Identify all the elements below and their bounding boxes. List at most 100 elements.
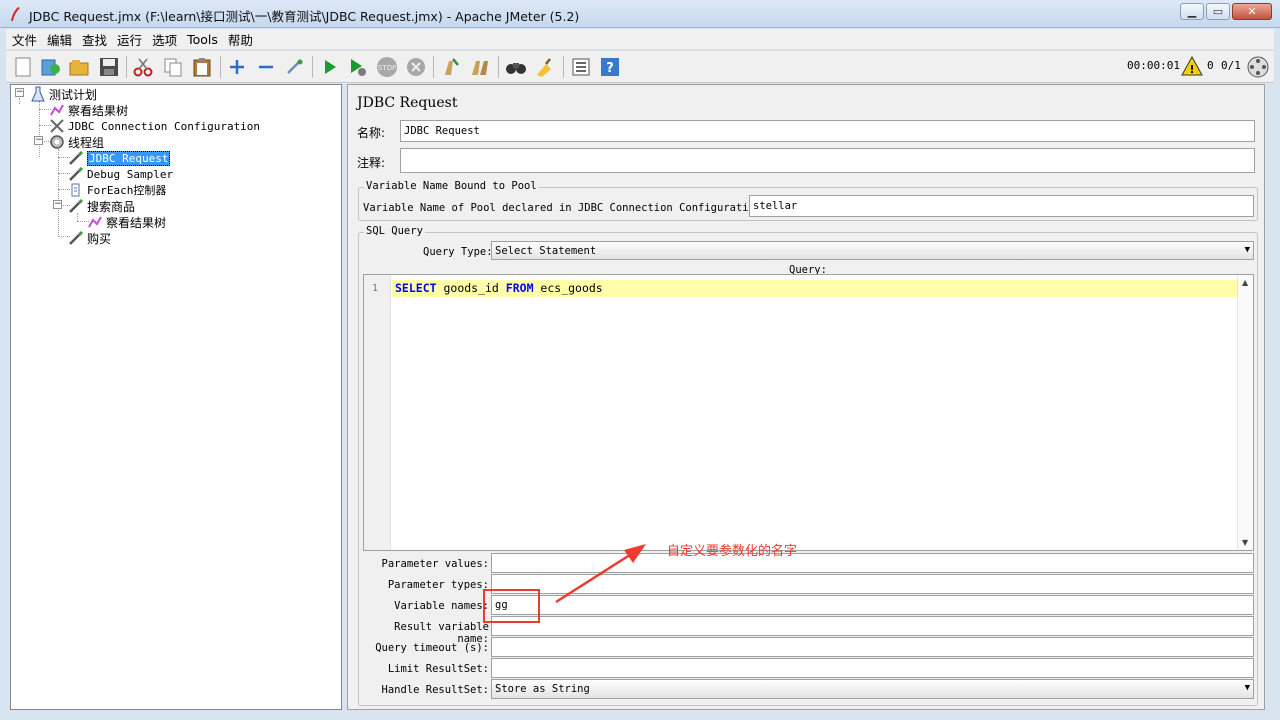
tree-item-buy[interactable]: 购买 [68, 230, 111, 246]
tree-item-label: 察看结果树 [106, 215, 167, 230]
handle-resultset-label: Handle ResultSet: [381, 684, 489, 696]
pool-group-legend: Variable Name Bound to Pool [364, 180, 539, 192]
start-icon[interactable] [319, 56, 341, 78]
sampler-pipette-icon [68, 198, 84, 214]
reset-search-icon[interactable] [534, 56, 556, 78]
start-no-pauses-icon[interactable] [347, 56, 369, 78]
test-plan-icon [30, 86, 46, 102]
line-number-gutter: 1 [364, 275, 391, 550]
comments-field[interactable] [400, 148, 1255, 173]
warning-count: 0 [1207, 59, 1214, 72]
expand-all-icon[interactable] [226, 56, 248, 78]
save-icon[interactable] [98, 56, 120, 78]
test-plan-tree: − − − 测试计划 察看结果树 JDBC Connection Configu… [10, 84, 342, 710]
menu-edit[interactable]: 编辑 [47, 30, 72, 49]
tree-item-test-plan[interactable]: 测试计划 [30, 86, 97, 102]
tree-item-label: JDBC Connection Configuration [68, 119, 261, 133]
maximize-button[interactable]: ▭ [1206, 3, 1230, 20]
tree-item-search-goods-results-tree[interactable]: 察看结果树 [87, 214, 166, 230]
query-type-value: Select Statement [495, 245, 597, 257]
tree-item-jdbc-request[interactable]: JDBC Request [68, 150, 171, 166]
templates-icon[interactable] [40, 56, 62, 78]
tree-collapse-test-plan[interactable]: − [15, 88, 24, 97]
jmeter-feather-icon [11, 7, 20, 21]
tree-item-label: 搜索商品 [87, 199, 136, 214]
chevron-down-icon: ▼ [1244, 245, 1250, 255]
limit-resultset-label: Limit ResultSet: [387, 663, 489, 675]
menu-search[interactable]: 查找 [82, 30, 107, 49]
clear-all-icon[interactable] [469, 56, 491, 78]
query-timeout-field[interactable] [491, 637, 1254, 657]
sampler-pipette-icon [68, 150, 84, 166]
parameter-types-label: Parameter types: [387, 579, 489, 591]
open-icon[interactable] [68, 56, 90, 78]
query-type-label: Query Type: [423, 246, 493, 258]
active-threads: 0/1 [1221, 59, 1241, 72]
pool-name-label: Variable Name of Pool declared in JDBC C… [363, 202, 768, 214]
collapse-all-icon[interactable] [255, 56, 277, 78]
tree-item-thread-group[interactable]: 线程组 [49, 134, 104, 150]
tree-item-label: ForEach控制器 [87, 184, 167, 197]
tree-collapse-thread-group[interactable]: − [34, 136, 43, 145]
close-button[interactable]: ✕ [1232, 3, 1272, 20]
menu-help[interactable]: 帮助 [228, 30, 253, 49]
tree-item-foreach-controller[interactable]: ForEach控制器 [68, 182, 166, 198]
tree-item-label: 购买 [87, 231, 112, 246]
warning-icon[interactable]: ! [1181, 55, 1203, 77]
clear-icon[interactable] [440, 56, 462, 78]
menu-options[interactable]: 选项 [152, 30, 177, 49]
cut-icon[interactable] [132, 56, 154, 78]
thread-group-gear-icon [49, 134, 65, 150]
query-type-select[interactable]: Select Statement ▼ [491, 241, 1254, 260]
scroll-down-icon[interactable]: ▼ [1242, 538, 1248, 547]
tree-item-jdbc-connection-configuration[interactable]: JDBC Connection Configuration [49, 118, 260, 134]
paste-icon[interactable] [191, 56, 213, 78]
parameter-values-field[interactable] [491, 553, 1254, 573]
shutdown-icon[interactable] [405, 56, 427, 78]
annotation-text: 自定义要参数化的名字 [667, 544, 798, 559]
parameter-types-field[interactable] [491, 574, 1254, 594]
tree-item-label: 线程组 [68, 135, 105, 150]
page-title: JDBC Request [357, 95, 458, 111]
menu-file[interactable]: 文件 [12, 30, 37, 49]
config-element-icon [49, 118, 65, 134]
variable-names-label: Variable names: [394, 600, 489, 612]
tree-item-debug-sampler[interactable]: Debug Sampler [68, 166, 173, 182]
search-binoculars-icon[interactable] [505, 56, 527, 78]
variable-names-field[interactable]: gg [491, 595, 1254, 615]
tree-item-label: 测试计划 [49, 87, 98, 102]
sql-query-group-legend: SQL Query [364, 225, 425, 237]
tree-item-search-goods[interactable]: 搜索商品 [68, 198, 135, 214]
minimize-button[interactable]: ▁ [1180, 3, 1204, 20]
toolbar: STOP ? 00:00:01 ! 0 0/1 [6, 50, 1274, 83]
handle-resultset-value: Store as String [495, 683, 590, 695]
sampler-pipette-icon [68, 230, 84, 246]
editor-scrollbar[interactable]: ▲ ▼ [1237, 275, 1253, 550]
remote-status-icon [1247, 56, 1269, 78]
title-bar: JDBC Request.jmx (F:\learn\接口测试\一\教育测试\J… [0, 0, 1280, 28]
chevron-down-icon: ▼ [1244, 683, 1250, 693]
name-field[interactable]: JDBC Request [400, 120, 1255, 142]
svg-text:STOP: STOP [378, 64, 396, 72]
new-icon[interactable] [12, 56, 34, 78]
toggle-icon[interactable] [284, 56, 306, 78]
function-helper-icon[interactable] [570, 56, 592, 78]
tree-collapse-search-goods[interactable]: − [53, 200, 62, 209]
scroll-up-icon[interactable]: ▲ [1242, 278, 1248, 287]
handle-resultset-select[interactable]: Store as String ▼ [491, 679, 1254, 699]
name-label: 名称: [357, 126, 386, 140]
pane-splitter[interactable] [343, 84, 346, 710]
result-variable-name-field[interactable] [491, 616, 1254, 636]
menu-tools[interactable]: Tools [187, 32, 218, 47]
menu-run[interactable]: 运行 [117, 30, 142, 49]
window-title: JDBC Request.jmx (F:\learn\接口测试\一\教育测试\J… [29, 9, 580, 24]
help-icon[interactable]: ? [599, 56, 621, 78]
tree-item-view-results-tree[interactable]: 察看结果树 [49, 102, 128, 118]
copy-icon[interactable] [162, 56, 184, 78]
sql-query-editor[interactable]: 1 SELECT goods_id FROM ecs_goods ▲ ▼ [363, 274, 1254, 551]
tree-item-label: Debug Sampler [87, 167, 174, 181]
stop-icon[interactable]: STOP [376, 56, 398, 78]
sql-keyword: SELECT [395, 281, 437, 295]
limit-resultset-field[interactable] [491, 658, 1254, 678]
pool-name-field[interactable]: stellar [749, 195, 1254, 217]
